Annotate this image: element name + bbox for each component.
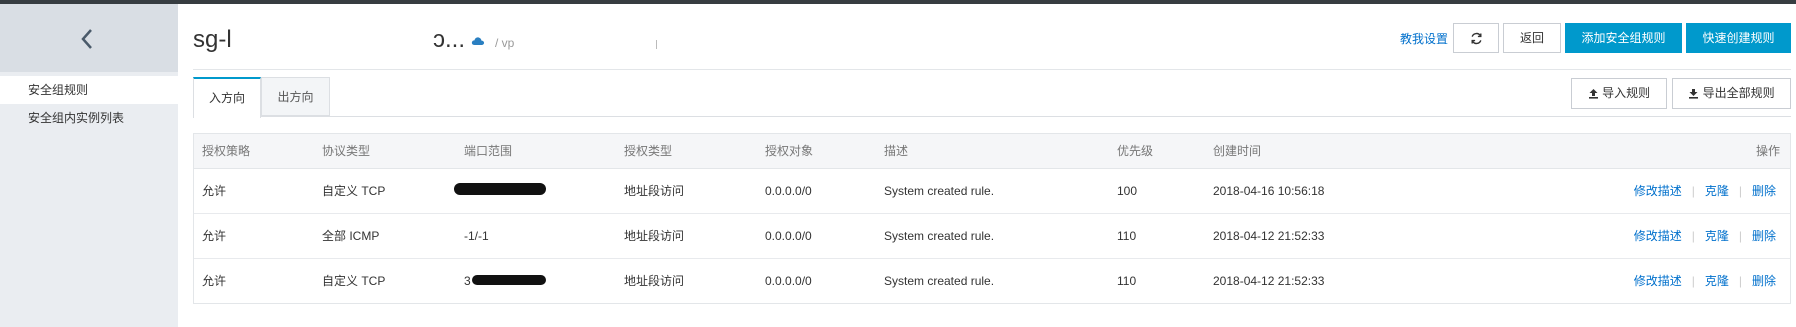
column-header: 端口范围 xyxy=(464,144,513,158)
back-button[interactable] xyxy=(0,4,178,72)
protocol-cell: 自定义 TCP xyxy=(322,184,386,198)
auth-type-cell: 地址段访问 xyxy=(624,229,685,243)
table-header: 授权策略 协议类型 端口范围 授权类型 授权对象 描述 优先级 创建时间 操作 xyxy=(194,134,1790,169)
sidebar-item-label: 安全组内实例列表 xyxy=(28,111,125,125)
description-cell: System created rule. xyxy=(884,229,995,243)
edit-description-link[interactable]: 修改描述 xyxy=(1634,274,1682,288)
column-header: 授权对象 xyxy=(765,144,814,158)
action-separator: | xyxy=(1738,274,1742,288)
target-cell: 0.0.0.0/0 xyxy=(765,229,812,243)
created-time-cell: 2018-04-12 21:52:33 xyxy=(1213,229,1325,243)
protocol-cell: 自定义 TCP xyxy=(322,274,386,288)
refresh-icon xyxy=(1471,33,1481,45)
policy-cell: 允许 xyxy=(202,184,227,198)
row-actions: 修改描述 | 克隆 | 删除 xyxy=(1634,169,1776,213)
description-cell: System created rule. xyxy=(884,184,995,198)
import-rules-label: 导入规则 xyxy=(1602,86,1651,100)
tabs-divider xyxy=(193,116,1791,117)
table-row: 允许 自定义 TCP 3 地址段访问 0.0.0.0/0 System crea… xyxy=(194,259,1790,303)
target-cell: 0.0.0.0/0 xyxy=(765,184,812,198)
top-bar xyxy=(0,0,1796,4)
export-all-rules-button[interactable]: 导出全部规则 xyxy=(1672,78,1791,109)
clone-link[interactable]: 克隆 xyxy=(1705,274,1729,288)
action-separator: | xyxy=(1691,274,1695,288)
delete-link[interactable]: 删除 xyxy=(1752,229,1776,243)
import-rules-button[interactable]: 导入规则 xyxy=(1571,78,1667,109)
priority-cell: 100 xyxy=(1117,184,1138,198)
edit-description-link[interactable]: 修改描述 xyxy=(1634,229,1682,243)
delete-link[interactable]: 删除 xyxy=(1752,274,1776,288)
policy-cell: 允许 xyxy=(202,274,227,288)
priority-cell: 110 xyxy=(1117,274,1137,288)
target-cell: 0.0.0.0/0 xyxy=(765,274,812,288)
chevron-left-icon xyxy=(81,29,92,49)
download-icon xyxy=(1689,89,1699,99)
sidebar: 安全组规则 安全组内实例列表 xyxy=(0,4,178,327)
action-separator: | xyxy=(1691,229,1695,243)
refresh-button[interactable] xyxy=(1453,23,1499,53)
tab-label: 入方向 xyxy=(208,91,245,105)
tab-inbound[interactable]: 入方向 xyxy=(193,77,261,118)
back-link-button[interactable]: 返回 xyxy=(1503,23,1561,53)
clone-link[interactable]: 克隆 xyxy=(1705,184,1729,198)
auth-type-cell: 地址段访问 xyxy=(624,274,685,288)
port-cell: -1/-1 xyxy=(464,229,489,243)
port-cell: 3 xyxy=(464,274,471,288)
cloud-icon xyxy=(471,37,485,45)
column-header: 协议类型 xyxy=(322,144,371,158)
rules-table: 授权策略 协议类型 端口范围 授权类型 授权对象 描述 优先级 创建时间 操作 … xyxy=(193,133,1791,304)
export-all-rules-label: 导出全部规则 xyxy=(1702,86,1775,100)
column-header: 操作 xyxy=(1755,144,1780,158)
divider xyxy=(656,40,657,49)
vpc-label: / vp xyxy=(495,36,515,50)
add-rule-button[interactable]: 添加安全组规则 xyxy=(1565,23,1682,53)
row-actions: 修改描述 | 克隆 | 删除 xyxy=(1634,259,1776,303)
sidebar-item-security-group-rules[interactable]: 安全组规则 xyxy=(0,76,178,104)
tab-outbound[interactable]: 出方向 xyxy=(261,77,330,116)
column-header: 授权类型 xyxy=(624,144,673,158)
column-header: 创建时间 xyxy=(1213,144,1262,158)
tab-label: 出方向 xyxy=(277,90,314,104)
sidebar-item-label: 安全组规则 xyxy=(28,83,89,97)
protocol-cell: 全部 ICMP xyxy=(322,229,380,243)
created-time-cell: 2018-04-16 10:56:18 xyxy=(1213,184,1325,198)
column-header: 授权策略 xyxy=(202,144,251,158)
action-separator: | xyxy=(1738,229,1742,243)
sidebar-item-instance-list[interactable]: 安全组内实例列表 xyxy=(0,104,178,132)
help-link[interactable]: 教我设置 xyxy=(1400,30,1448,47)
redaction-mark xyxy=(472,275,546,285)
redaction-mark xyxy=(454,183,546,195)
description-cell: System created rule. xyxy=(884,274,995,288)
auth-type-cell: 地址段访问 xyxy=(624,184,685,198)
clone-link[interactable]: 克隆 xyxy=(1705,229,1729,243)
security-group-name: ɔ... xyxy=(433,26,466,53)
table-row: 允许 全部 ICMP -1/-1 地址段访问 0.0.0.0/0 System … xyxy=(194,214,1790,259)
table-row: 允许 自定义 TCP 地址段访问 0.0.0.0/0 System create… xyxy=(194,169,1790,214)
edit-description-link[interactable]: 修改描述 xyxy=(1634,184,1682,198)
priority-cell: 110 xyxy=(1117,229,1137,243)
security-group-id: sg-l xyxy=(193,26,232,53)
action-separator: | xyxy=(1691,184,1695,198)
delete-link[interactable]: 删除 xyxy=(1752,184,1776,198)
column-header: 描述 xyxy=(884,144,909,158)
header-divider xyxy=(193,69,1791,70)
action-separator: | xyxy=(1738,184,1742,198)
upload-icon xyxy=(1588,89,1598,99)
created-time-cell: 2018-04-12 21:52:33 xyxy=(1213,274,1325,288)
column-header: 优先级 xyxy=(1117,144,1154,158)
policy-cell: 允许 xyxy=(202,229,227,243)
quick-create-rule-button[interactable]: 快速创建规则 xyxy=(1686,23,1791,53)
row-actions: 修改描述 | 克隆 | 删除 xyxy=(1634,214,1776,258)
